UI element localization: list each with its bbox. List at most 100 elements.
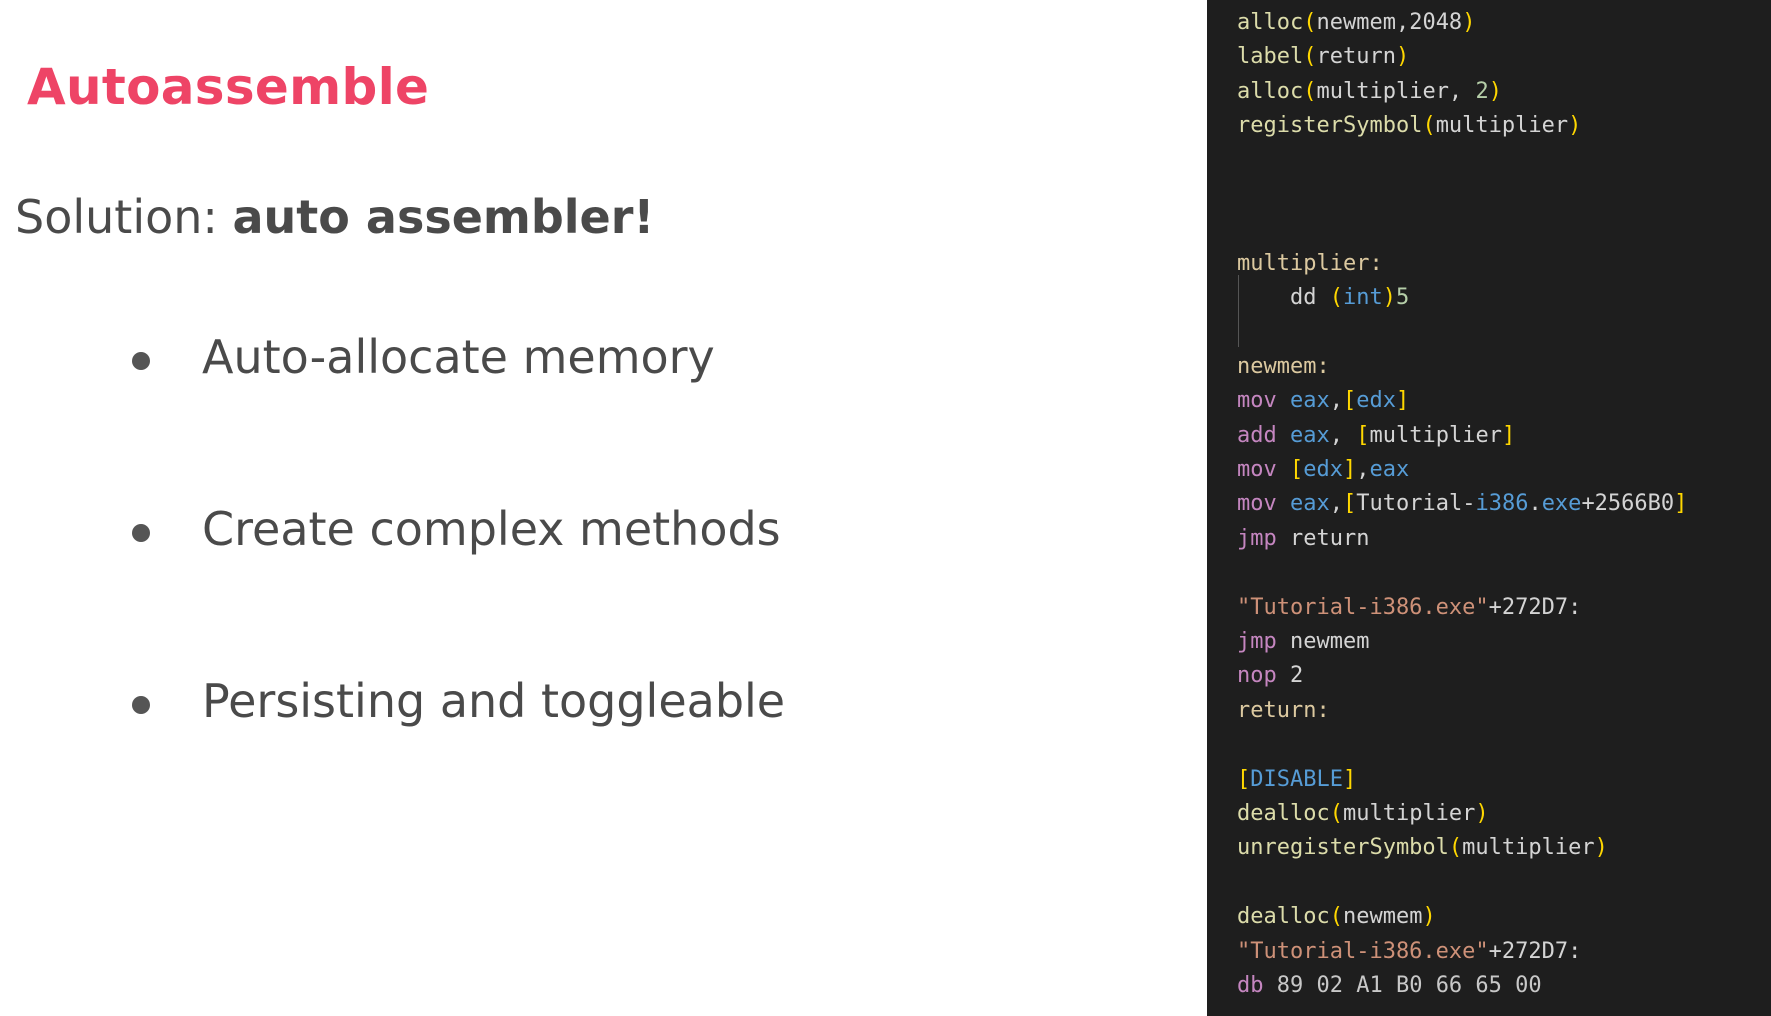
bullet-dot-icon (132, 696, 150, 714)
code-token: return: (1237, 697, 1330, 723)
code-token: ) (1382, 285, 1396, 311)
code-token: ) (1395, 44, 1410, 70)
code-token: newmem (1289, 629, 1370, 655)
code-token: newmem,2048 (1316, 10, 1463, 35)
code-token: . (1528, 491, 1542, 517)
code-token: , (1356, 457, 1370, 483)
code-token: ( (1303, 44, 1317, 70)
code-line: "Tutorial-i386.exe"+272D7: (1237, 591, 1687, 625)
code-token: nop (1237, 663, 1290, 689)
code-token: ) (1462, 10, 1476, 35)
code-token: Tutorial- (1356, 491, 1476, 517)
code-token: ( (1329, 285, 1343, 311)
code-token: i386 (1475, 491, 1529, 517)
code-token: ] (1674, 491, 1688, 517)
code-line: dealloc(newmem) (1237, 900, 1687, 934)
slide-title: Autoassemble (27, 58, 430, 116)
code-line: mov [edx],eax (1237, 453, 1687, 487)
code-token: return (1316, 44, 1396, 70)
code-token: dd (1237, 285, 1330, 311)
code-token: return (1289, 525, 1370, 551)
code-token: ( (1329, 904, 1343, 930)
code-token: ) (1488, 78, 1502, 104)
code-line: dd (int)5 (1237, 281, 1687, 315)
bullet-text: Create complex methods (202, 502, 781, 556)
code-token: eax (1289, 491, 1330, 517)
code-token: db (1237, 972, 1277, 998)
code-token: ] (1342, 766, 1357, 792)
code-token: eax (1289, 388, 1330, 414)
code-token: [ (1289, 457, 1304, 483)
code-token: multiplier (1462, 835, 1595, 861)
code-token: +272D7: (1488, 594, 1582, 620)
code-token: mov (1237, 388, 1290, 414)
bullet-dot-icon (132, 352, 150, 370)
slide-subtitle: Solution: auto assembler! (15, 190, 654, 244)
code-token: +2566B0 (1581, 491, 1675, 517)
code-line: db 89 02 A1 B0 66 65 00 (1237, 969, 1687, 1003)
code-token: ) (1594, 835, 1608, 861)
code-line: dealloc(multiplier) (1237, 797, 1687, 831)
code-token: ( (1329, 800, 1343, 826)
code-token: multiplier, (1316, 78, 1476, 104)
code-line: multiplier: (1237, 247, 1687, 281)
code-line: add eax, [multiplier] (1237, 419, 1687, 453)
code-token: ] (1342, 457, 1357, 483)
code-token: unregisterSymbol (1237, 835, 1449, 861)
code-token: ( (1422, 113, 1436, 139)
code-token: [ (1356, 422, 1370, 448)
code-block: alloc(newmem,2048) label(return) alloc(mul… (1237, 6, 1687, 1003)
code-token: ( (1303, 78, 1317, 104)
code-token: eax (1289, 422, 1330, 448)
code-line: unregisterSymbol(multiplier) (1237, 831, 1687, 865)
code-token: dealloc (1237, 800, 1330, 826)
code-token: jmp (1237, 629, 1290, 655)
code-token: ( (1303, 10, 1317, 35)
code-token: ) (1475, 800, 1489, 826)
subtitle-bold: auto assembler! (232, 190, 655, 244)
code-token: ] (1395, 388, 1410, 414)
code-line: newmem: (1237, 350, 1687, 384)
code-token: label (1237, 44, 1304, 70)
code-token: [ (1342, 491, 1357, 517)
code-line: [DISABLE] (1237, 763, 1687, 797)
code-token: edx (1303, 457, 1343, 483)
code-line: return: (1237, 694, 1687, 728)
code-token: ) (1422, 904, 1436, 930)
code-token: multiplier (1342, 800, 1476, 826)
code-token: , (1329, 491, 1343, 517)
code-token: registerSymbol (1237, 113, 1423, 139)
code-line: "Tutorial-i386.exe"+272D7: (1237, 935, 1687, 969)
bullet-text: Auto-allocate memory (202, 330, 715, 384)
code-token: exe (1541, 491, 1582, 517)
bullet-text: Persisting and toggleable (202, 674, 786, 728)
code-token: edx (1356, 388, 1396, 414)
code-token: alloc (1237, 78, 1304, 104)
subtitle-prefix: Solution: (15, 190, 233, 244)
code-token: 89 02 A1 B0 66 65 00 (1276, 972, 1542, 998)
code-token: ( (1448, 835, 1463, 861)
code-token: add (1237, 422, 1290, 448)
code-line: jmp return (1237, 522, 1687, 556)
code-line: mov eax,[Tutorial-i386.exe+2566B0] (1237, 487, 1687, 521)
code-token: mov (1237, 457, 1290, 483)
code-token: mov (1237, 491, 1290, 517)
code-token: int (1342, 285, 1383, 311)
code-line: alloc(multiplier, 2) (1237, 75, 1687, 109)
code-token: jmp (1237, 525, 1290, 551)
code-token: 5 (1395, 285, 1410, 311)
code-token: ) (1568, 113, 1582, 139)
code-token: dealloc (1237, 904, 1330, 930)
code-line: nop 2 (1237, 659, 1687, 693)
code-token: newmem: (1237, 353, 1330, 379)
code-token: [ (1237, 766, 1251, 792)
code-token: 2 (1289, 663, 1304, 689)
code-token: 2 (1475, 78, 1489, 104)
code-line: alloc(newmem,2048) (1237, 6, 1687, 40)
